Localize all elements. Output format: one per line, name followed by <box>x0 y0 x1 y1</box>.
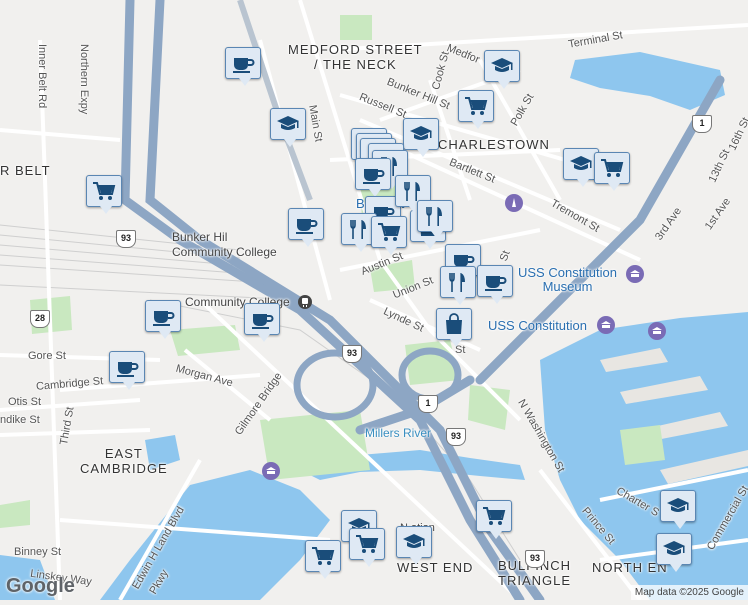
area-charlestown: CHARLESTOWN <box>438 137 550 152</box>
park-8 <box>620 425 665 465</box>
map-marker-shopping-cart[interactable] <box>458 90 494 129</box>
map-marker-coffee[interactable] <box>355 158 391 197</box>
coffee-icon <box>483 270 507 292</box>
street-gore-st: Gore St <box>28 350 66 362</box>
map-marker-coffee[interactable] <box>477 265 513 304</box>
museum-icon-4[interactable] <box>262 462 280 480</box>
coffee-icon <box>361 163 385 185</box>
school-icon <box>662 538 686 560</box>
restaurant-icon <box>347 218 371 240</box>
shopping-cart-icon <box>482 505 506 527</box>
restaurant-icon <box>423 205 447 227</box>
water-mystic-river <box>570 52 725 110</box>
map-marker-shopping-cart[interactable] <box>86 175 122 214</box>
building-columns-icon <box>630 270 640 277</box>
transit-station-icon[interactable] <box>298 295 312 309</box>
water-label-millers-river: Millers River <box>365 426 431 440</box>
shield-us1-1: 1 <box>418 395 438 413</box>
map-marker-school[interactable] <box>270 108 306 147</box>
shield-i93-3: 93 <box>446 428 466 446</box>
map-marker-shopping-bag[interactable] <box>436 308 472 347</box>
museum-icon-3[interactable] <box>648 322 666 340</box>
park-1 <box>340 15 372 40</box>
street-northern-expy: Northern Expy <box>78 44 90 115</box>
building-columns-icon <box>601 321 611 328</box>
school-icon <box>402 531 426 553</box>
poi-uss-constitution-museum[interactable]: USS Constitution Museum <box>518 266 617 294</box>
street-otis-st: Otis St <box>8 396 42 408</box>
shopping-cart-icon <box>600 157 624 179</box>
poi-bunker-hill-cc[interactable]: Bunker Hil Community College <box>172 230 277 260</box>
area-east-cambridge: EAST CAMBRIDGE <box>80 446 168 476</box>
coffee-icon <box>231 52 255 74</box>
shield-route28: 28 <box>30 310 50 328</box>
map-marker-school[interactable] <box>660 490 696 529</box>
shopping-bag-icon <box>442 313 466 335</box>
school-icon <box>276 113 300 135</box>
street-inner-belt-rd: Inner Belt Rd <box>36 44 48 109</box>
school-icon <box>409 123 433 145</box>
map-marker-coffee[interactable] <box>225 47 261 86</box>
map-marker-school[interactable] <box>396 526 432 565</box>
park-10 <box>0 500 30 528</box>
map-marker-shopping-cart[interactable] <box>305 540 341 579</box>
shopping-cart-icon <box>355 533 379 555</box>
coffee-icon <box>151 305 175 327</box>
google-logo: Google <box>6 575 75 597</box>
shield-i93-2: 93 <box>342 345 362 363</box>
shopping-cart-icon <box>92 180 116 202</box>
monument-icon[interactable] <box>505 194 523 212</box>
map-marker-coffee[interactable] <box>145 300 181 339</box>
shield-i93-1: 93 <box>116 230 136 248</box>
shopping-cart-icon <box>377 221 401 243</box>
map-canvas[interactable]: MEDFORD STREET / THE NECK CHARLESTOWN R B… <box>0 0 748 605</box>
school-icon <box>490 55 514 77</box>
map-marker-school[interactable] <box>484 50 520 89</box>
coffee-icon <box>115 356 139 378</box>
area-west-end: WEST END <box>397 560 474 575</box>
map-marker-restaurant[interactable] <box>440 266 476 305</box>
train-icon <box>302 298 308 307</box>
obelisk-icon <box>512 198 516 207</box>
map-marker-shopping-cart[interactable] <box>476 500 512 539</box>
map-marker-coffee[interactable] <box>288 208 324 247</box>
map-marker-coffee[interactable] <box>244 303 280 342</box>
map-marker-shopping-cart[interactable] <box>594 152 630 191</box>
building-columns-icon <box>652 327 662 334</box>
map-marker-shopping-cart[interactable] <box>371 216 407 255</box>
map-marker-school[interactable] <box>403 118 439 157</box>
restaurant-icon <box>401 180 425 202</box>
area-inner-belt: R BELT <box>0 163 51 178</box>
street-binney-st: Binney St <box>14 546 62 558</box>
map-marker-coffee[interactable] <box>109 351 145 390</box>
restaurant-icon <box>446 271 470 293</box>
school-icon <box>666 495 690 517</box>
building-columns-icon <box>266 467 276 474</box>
school-icon <box>569 153 593 175</box>
area-medford-neck: MEDFORD STREET / THE NECK <box>288 42 423 72</box>
map-marker-shopping-cart[interactable] <box>349 528 385 567</box>
shield-i93-4: 93 <box>525 550 545 568</box>
map-marker-school[interactable] <box>656 533 692 572</box>
map-marker-restaurant[interactable] <box>417 200 453 239</box>
coffee-icon <box>294 213 318 235</box>
poi-uss-constitution[interactable]: USS Constitution <box>488 318 587 333</box>
shopping-cart-icon <box>311 545 335 567</box>
museum-icon-2[interactable] <box>597 316 615 334</box>
shield-us1-2: 1 <box>692 115 712 133</box>
map-attribution[interactable]: Map data ©2025 Google <box>630 585 748 600</box>
museum-icon[interactable] <box>626 265 644 283</box>
coffee-icon <box>250 308 274 330</box>
street-thorndike-st: ndike St <box>0 414 40 426</box>
highway-bypass <box>237 0 313 202</box>
shopping-cart-icon <box>464 95 488 117</box>
